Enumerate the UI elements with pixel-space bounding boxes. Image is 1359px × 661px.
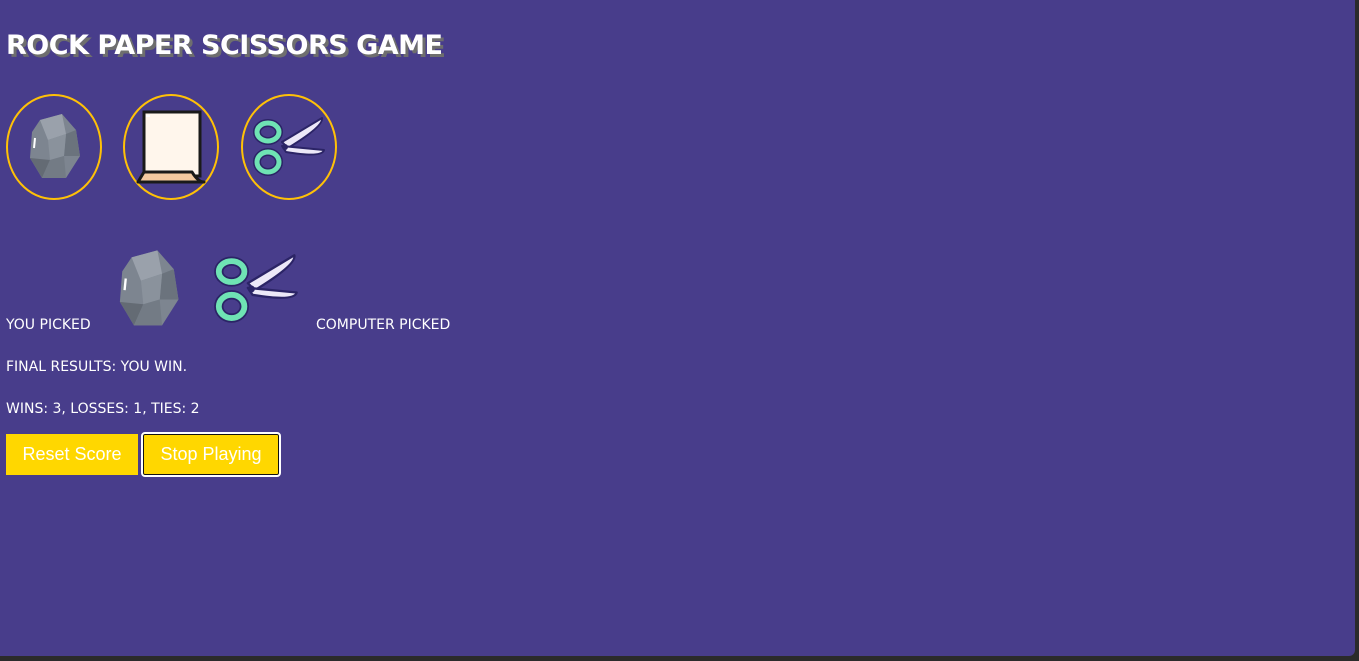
paper-icon <box>136 110 206 184</box>
reset-score-button[interactable]: Reset Score <box>6 434 138 475</box>
rock-icon <box>30 114 80 178</box>
rock-icon <box>119 250 179 326</box>
scissors-icon <box>253 117 325 176</box>
result-text: FINAL RESULTS: YOU WIN. <box>6 359 188 375</box>
computer-picked-label: COMPUTER PICKED <box>316 317 451 333</box>
stop-playing-button[interactable]: Stop Playing <box>141 432 281 477</box>
scissors-choice-button[interactable] <box>241 94 337 200</box>
page-title: ROCK PAPER SCISSORS GAME <box>6 30 443 61</box>
scissors-icon <box>214 254 298 323</box>
rock-choice-button[interactable] <box>6 94 102 200</box>
paper-choice-button[interactable] <box>123 94 219 200</box>
game-page: ROCK PAPER SCISSORS GAME YOU PICKED COMP… <box>0 0 1355 656</box>
you-picked-label: YOU PICKED <box>6 317 91 333</box>
score-text: WINS: 3, LOSSES: 1, TIES: 2 <box>6 401 200 417</box>
